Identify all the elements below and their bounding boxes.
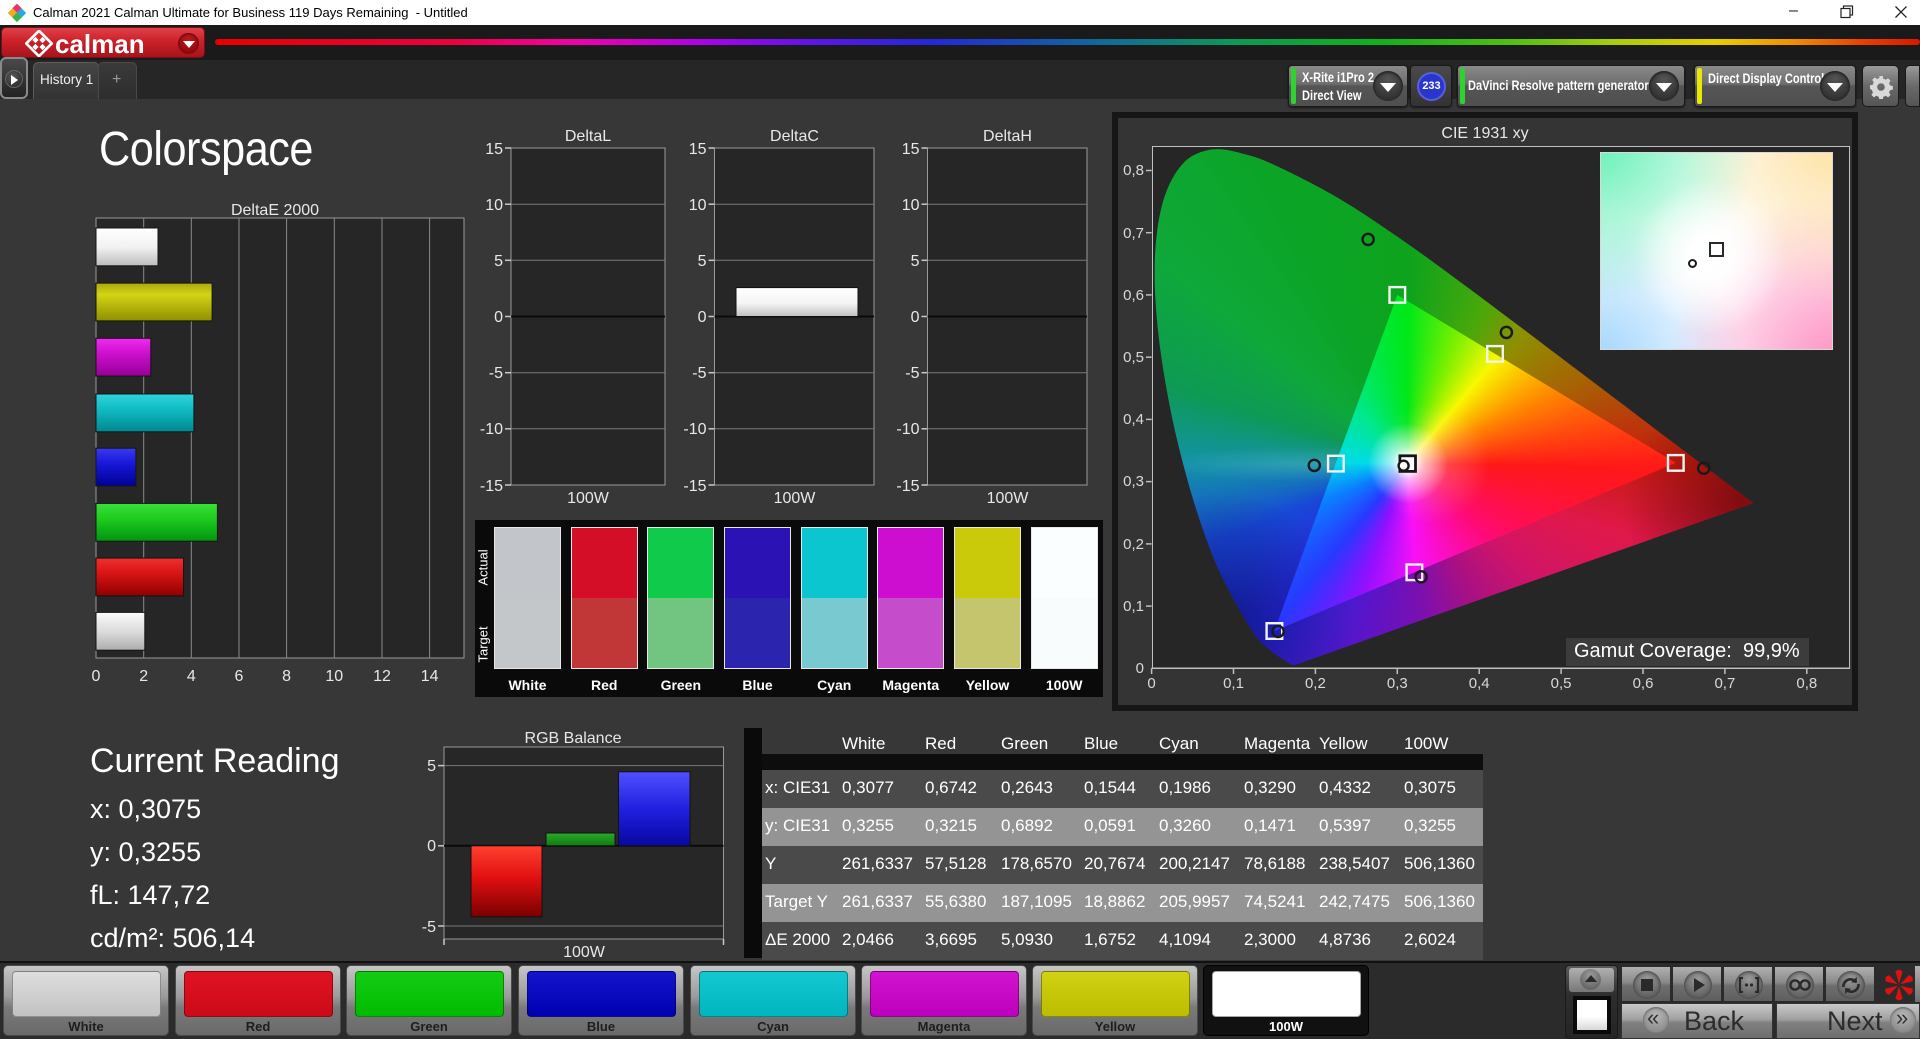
svg-text:-10: -10 [480,421,503,438]
svg-text:4: 4 [187,668,196,685]
svg-text:15: 15 [902,141,920,158]
svg-text:10: 10 [325,668,343,685]
svg-text:DeltaC: DeltaC [770,128,819,145]
svg-text:0,1: 0,1 [1223,675,1244,692]
svg-text:8: 8 [282,668,291,685]
svg-text:0: 0 [698,309,707,326]
svg-text:0,5: 0,5 [1123,349,1144,366]
svg-text:0: 0 [1147,675,1155,692]
svg-text:-10: -10 [683,421,706,438]
svg-text:-5: -5 [422,919,436,936]
svg-text:-5: -5 [489,365,503,382]
svg-text:5: 5 [698,253,707,270]
svg-text:100W: 100W [774,490,817,505]
svg-text:10: 10 [485,197,503,214]
svg-text:0: 0 [427,838,436,855]
svg-text:0,8: 0,8 [1796,675,1817,692]
svg-text:0,2: 0,2 [1305,675,1326,692]
svg-text:0,4: 0,4 [1123,411,1144,428]
svg-text:2: 2 [139,668,148,685]
svg-text:15: 15 [485,141,503,158]
svg-text:5: 5 [427,758,436,775]
svg-text:0: 0 [1136,660,1144,677]
svg-text:-5: -5 [905,365,919,382]
svg-text:15: 15 [689,141,707,158]
svg-text:DeltaE 2000: DeltaE 2000 [231,202,319,219]
svg-text:0: 0 [92,668,101,685]
svg-text:DeltaH: DeltaH [983,128,1032,145]
svg-text:0: 0 [911,309,920,326]
svg-text:5: 5 [911,253,920,270]
svg-text:100W: 100W [567,490,610,505]
svg-text:12: 12 [373,668,391,685]
svg-text:0,2: 0,2 [1123,536,1144,553]
svg-text:100W: 100W [563,944,606,961]
svg-text:RGB Balance: RGB Balance [525,730,622,747]
svg-text:0,1: 0,1 [1123,598,1144,615]
svg-text:6: 6 [235,668,244,685]
svg-text:0,3: 0,3 [1387,675,1408,692]
svg-text:10: 10 [689,197,707,214]
svg-text:0,8: 0,8 [1123,162,1144,179]
svg-text:-10: -10 [896,421,919,438]
svg-text:-15: -15 [683,478,706,495]
svg-text:0,4: 0,4 [1469,675,1490,692]
svg-text:-15: -15 [480,478,503,495]
svg-text:100W: 100W [987,490,1030,505]
svg-text:5: 5 [494,253,503,270]
svg-text:0,5: 0,5 [1551,675,1572,692]
svg-text:10: 10 [902,197,920,214]
svg-text:14: 14 [421,668,439,685]
svg-text:DeltaL: DeltaL [565,128,611,145]
svg-text:0,7: 0,7 [1714,675,1735,692]
svg-text:0: 0 [494,309,503,326]
svg-text:0,7: 0,7 [1123,225,1144,242]
svg-text:-15: -15 [896,478,919,495]
svg-text:-5: -5 [692,365,706,382]
svg-text:0,3: 0,3 [1123,473,1144,490]
svg-text:0,6: 0,6 [1633,675,1654,692]
svg-text:0,6: 0,6 [1123,287,1144,304]
